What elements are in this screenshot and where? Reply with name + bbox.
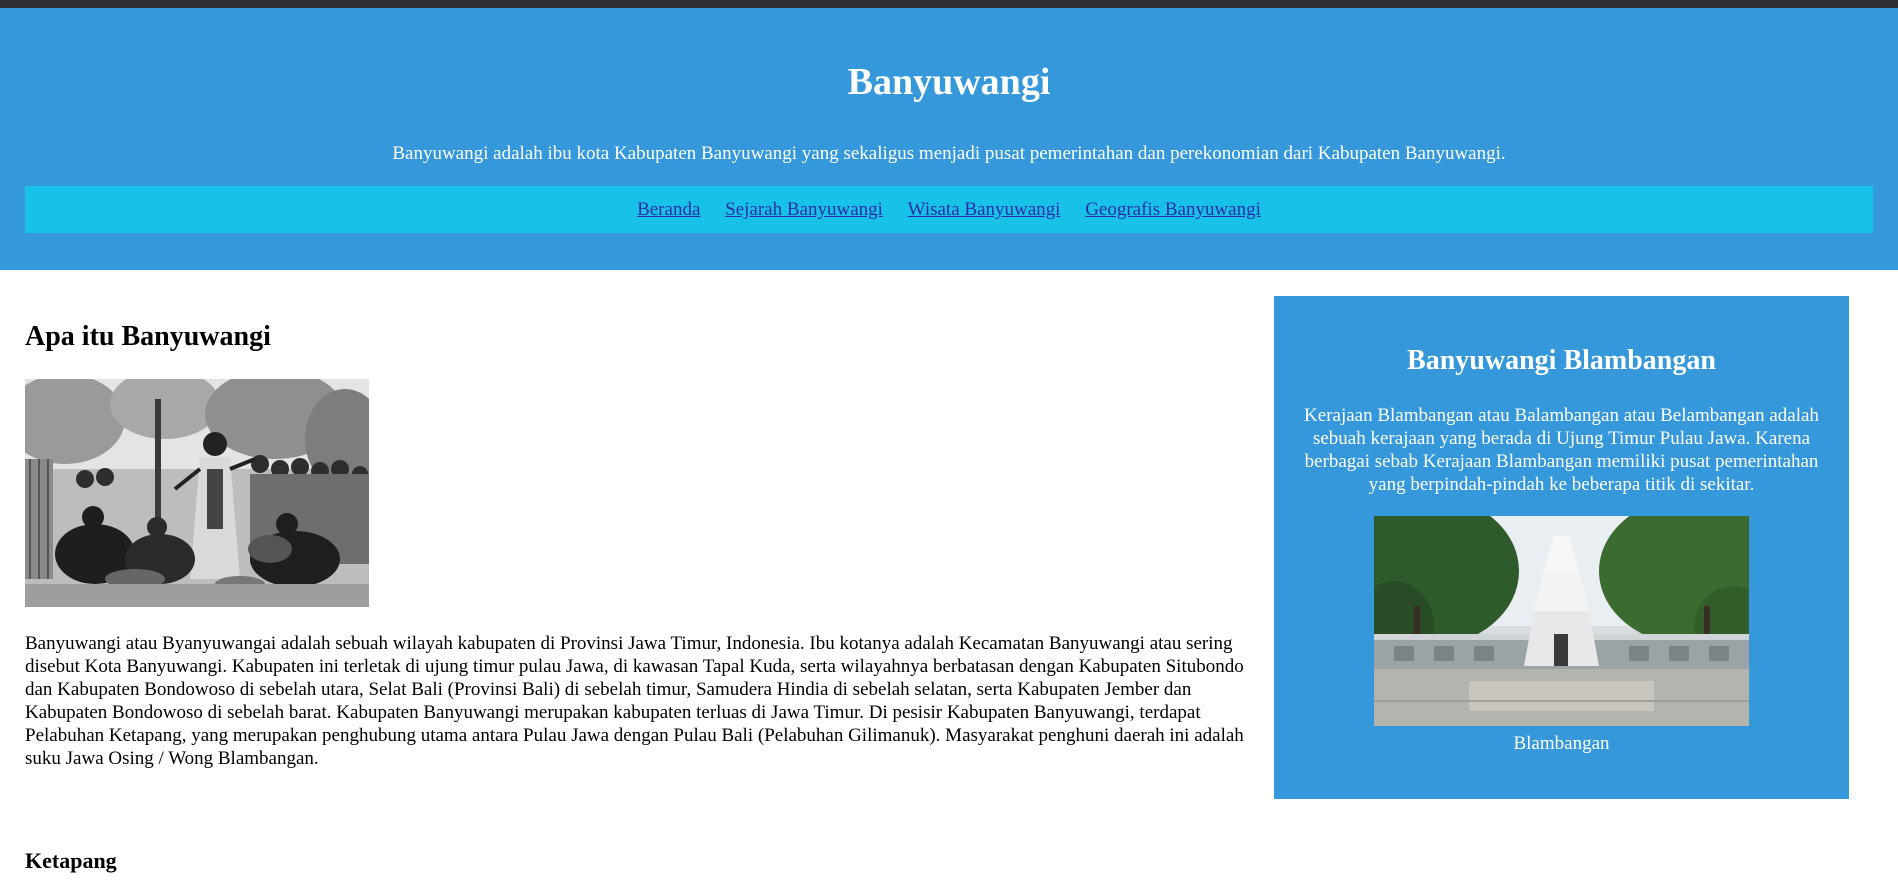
subsection-heading: Ketapang [25, 848, 117, 873]
site-tagline: Banyuwangi adalah ibu kota Kabupaten Ban… [392, 143, 1506, 164]
browser-top-strip [0, 0, 1898, 8]
banyuwangi-dancers-photo [25, 379, 369, 607]
sidebar-heading: Banyuwangi Blambangan [1407, 345, 1716, 376]
sidebar-body-text: Kerajaan Blambangan atau Balambangan ata… [1304, 405, 1819, 495]
section-body-text: Banyuwangi atau Byanyuwangai adalah sebu… [25, 633, 1244, 769]
blambangan-monument-photo [1374, 516, 1749, 726]
navbar: Beranda Sejarah Banyuwangi Wisata Banyuw… [25, 186, 1873, 233]
site-title: Banyuwangi [847, 61, 1051, 103]
photo-caption: Blambangan [1513, 733, 1610, 754]
nav-link-geografis[interactable]: Geografis Banyuwangi [1085, 199, 1261, 220]
nav-link-wisata[interactable]: Wisata Banyuwangi [908, 199, 1061, 220]
site-header: Banyuwangi Banyuwangi adalah ibu kota Ka… [0, 8, 1898, 270]
nav-link-sejarah[interactable]: Sejarah Banyuwangi [725, 199, 883, 220]
section-heading: Apa itu Banyuwangi [25, 321, 271, 352]
nav-link-beranda[interactable]: Beranda [637, 199, 700, 220]
sidebar-card: Banyuwangi Blambangan Kerajaan Blambanga… [1274, 296, 1849, 799]
